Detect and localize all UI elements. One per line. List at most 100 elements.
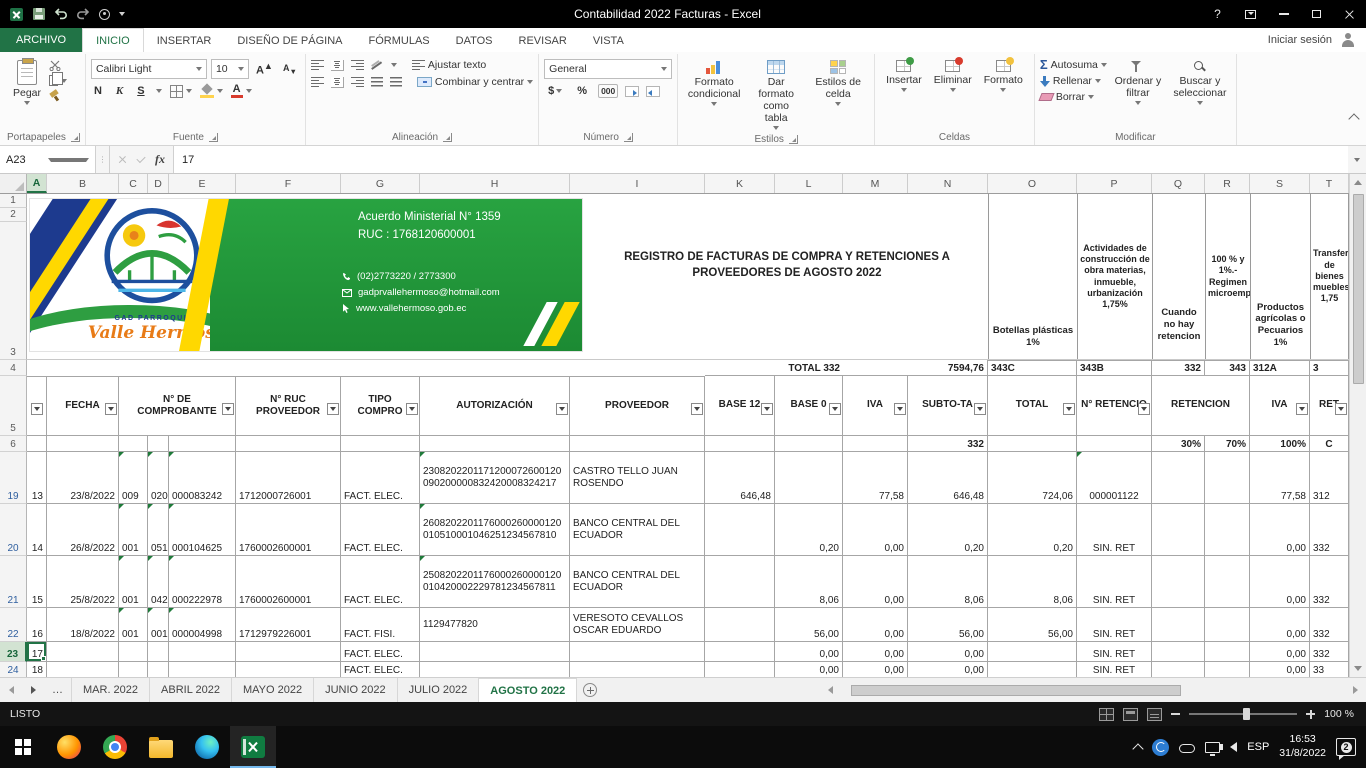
network-icon[interactable] [1205, 742, 1220, 753]
autosum-button[interactable]: ΣAutosuma [1040, 59, 1107, 71]
tab-archivo[interactable]: ARCHIVO [0, 28, 82, 52]
row-header-23[interactable]: 23 [0, 642, 27, 662]
font-color-button[interactable]: A [231, 84, 252, 98]
tabs-scroll-left-icon[interactable] [0, 678, 22, 702]
scroll-right-icon[interactable] [1346, 686, 1364, 694]
header-ret[interactable]: RET [1310, 376, 1349, 436]
cell[interactable] [1205, 608, 1250, 642]
cell-312a[interactable]: 312A [1250, 360, 1310, 376]
align-bottom-icon[interactable] [351, 60, 364, 71]
paste-button[interactable]: Pegar [7, 56, 47, 109]
cell[interactable]: 332 [1310, 504, 1349, 556]
tab-inicio[interactable]: INICIO [82, 28, 144, 52]
cell[interactable] [1152, 556, 1205, 608]
cell[interactable]: 18/8/2022 [47, 608, 119, 642]
cell[interactable]: FACT. ELEC. [341, 556, 420, 608]
cell-70pct[interactable]: 70% [1205, 436, 1250, 452]
filter-button[interactable] [1335, 403, 1347, 415]
cell[interactable]: 646,48 [705, 452, 775, 504]
cell-styles-button[interactable]: Estilos de celda [807, 56, 869, 110]
dialog-launcher-icon[interactable] [443, 133, 452, 142]
cell[interactable]: CASTRO TELLO JUAN ROSENDO [570, 452, 705, 504]
cell[interactable]: 020 [148, 452, 169, 504]
cell[interactable]: 0,20 [988, 504, 1077, 556]
cell[interactable] [169, 662, 236, 677]
filter-button[interactable] [1063, 403, 1075, 415]
cell[interactable] [47, 662, 119, 677]
column-header-I[interactable]: I [570, 174, 705, 193]
view-normal-button[interactable] [1099, 708, 1114, 721]
filter-button[interactable] [222, 403, 234, 415]
sign-in-link[interactable]: Iniciar sesión [1268, 34, 1332, 46]
row-header-20[interactable]: 20 [0, 504, 27, 556]
shrink-font-button[interactable]: A▼ [280, 63, 300, 76]
cell[interactable]: 0,00 [775, 642, 843, 662]
scroll-down-icon[interactable] [1350, 660, 1366, 677]
column-header-F[interactable]: F [236, 174, 341, 193]
cell[interactable] [705, 642, 775, 662]
fill-color-button[interactable] [200, 85, 223, 98]
cell[interactable]: 042 [148, 556, 169, 608]
header-total[interactable]: TOTAL [988, 376, 1077, 436]
cell[interactable] [988, 436, 1077, 452]
filter-button[interactable] [105, 403, 117, 415]
onedrive-icon[interactable] [1179, 744, 1195, 753]
cell[interactable] [570, 662, 705, 677]
cell[interactable]: 0,00 [843, 642, 908, 662]
insert-function-icon[interactable]: fx [155, 152, 165, 167]
qat-dropdown-icon[interactable] [119, 12, 125, 16]
user-avatar-icon[interactable] [1340, 32, 1356, 48]
dialog-launcher-icon[interactable] [71, 133, 80, 142]
row-header-3[interactable]: 3 [0, 222, 27, 360]
cell[interactable] [705, 436, 775, 452]
name-box-splitter[interactable]: ⋮ [96, 146, 110, 173]
zoom-level-label[interactable]: 100 % [1324, 708, 1354, 720]
cell[interactable]: 0,00 [843, 662, 908, 677]
column-header-G[interactable]: G [341, 174, 420, 193]
cell[interactable]: 001 [119, 504, 148, 556]
filter-button[interactable] [894, 403, 906, 415]
filter-button[interactable] [327, 403, 339, 415]
cell[interactable]: 8,06 [988, 556, 1077, 608]
note-transferencia[interactable]: Transferencia de bienes muebles 1,75 [1310, 194, 1349, 359]
cell[interactable]: 26/8/2022 [47, 504, 119, 556]
align-left-icon[interactable] [311, 77, 324, 88]
cell[interactable] [1152, 504, 1205, 556]
column-header-K[interactable]: K [705, 174, 775, 193]
cell[interactable] [169, 642, 236, 662]
file-explorer-icon[interactable] [138, 726, 184, 768]
align-middle-icon[interactable] [331, 60, 344, 71]
cell[interactable] [148, 662, 169, 677]
tab-vista[interactable]: VISTA [580, 28, 637, 52]
cell[interactable]: 1760002600001 [236, 504, 341, 556]
language-indicator[interactable]: ESP [1247, 741, 1269, 753]
tab-insertar[interactable]: INSERTAR [144, 28, 225, 52]
cell[interactable] [1205, 504, 1250, 556]
touch-mode-icon[interactable] [97, 7, 112, 22]
underline-button[interactable]: S [134, 85, 147, 97]
cell[interactable] [148, 642, 169, 662]
bold-button[interactable]: N [91, 85, 105, 97]
cell[interactable]: 56,00 [908, 608, 988, 642]
header-autorizacion[interactable]: AUTORIZACIÓN [420, 376, 570, 436]
cell[interactable] [1152, 662, 1205, 677]
volume-icon[interactable] [1230, 742, 1237, 752]
cell[interactable]: 000004998 [169, 608, 236, 642]
cell[interactable]: 56,00 [988, 608, 1077, 642]
expand-formula-bar-icon[interactable] [1348, 146, 1366, 173]
cell[interactable]: SIN. RET [1077, 642, 1152, 662]
decrease-decimal-icon[interactable] [646, 86, 660, 97]
clock[interactable]: 16:53 31/8/2022 [1279, 733, 1326, 760]
action-center-icon[interactable]: 2 [1336, 738, 1356, 756]
header-comprobante[interactable]: N° DE COMPROBANTE [119, 376, 236, 436]
cell-subtotal-332[interactable]: 332 [908, 436, 988, 452]
cell[interactable]: 18 [27, 662, 47, 677]
column-header-B[interactable]: B [47, 174, 119, 193]
tab-revisar[interactable]: REVISAR [506, 28, 580, 52]
cell[interactable]: 0,00 [1250, 662, 1310, 677]
cell-343c[interactable]: 343C [988, 360, 1077, 376]
cell[interactable]: SIN. RET [1077, 608, 1152, 642]
cell[interactable]: 1129477820 [420, 608, 570, 642]
start-button[interactable] [0, 726, 46, 768]
row-header-2[interactable]: 2 [0, 208, 27, 222]
